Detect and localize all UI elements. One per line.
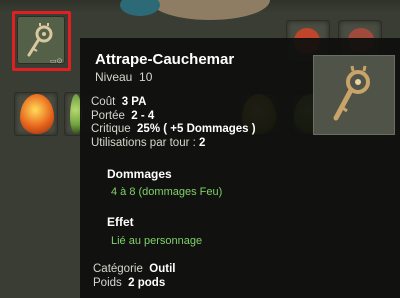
range-row: Portée 2 - 4: [91, 110, 256, 124]
critical-value: 25% ( +5 Dommages ): [137, 123, 256, 135]
background-creature-shape: [150, 0, 270, 20]
weight-label: Poids: [93, 277, 122, 289]
range-label: Portée: [91, 109, 125, 122]
item-name: Attrape-Cauchemar: [95, 51, 235, 68]
egg-icon: [20, 94, 54, 134]
critical-row: Critique 25% ( +5 Dommages ): [91, 123, 256, 137]
uses-value: 2: [199, 136, 206, 149]
uses-label: Utilisations par tour :: [91, 136, 196, 149]
weight-row: Poids 2 pods: [93, 277, 165, 289]
key-staff-icon: [333, 65, 370, 121]
category-row: Catégorie Outil: [93, 263, 175, 275]
uses-row: Utilisations par tour : 2: [91, 137, 256, 151]
damage-value: 4 à 8 (dommages Feu): [111, 186, 223, 198]
category-label: Catégorie: [93, 263, 143, 275]
effect-value: Lié au personnage: [111, 235, 203, 247]
item-tooltip: Attrape-Cauchemar Niveau 10 Coût 3 PA Po…: [80, 38, 400, 298]
level-label: Niveau: [95, 70, 133, 84]
effect-heading: Effet: [107, 215, 134, 229]
selection-highlight: [12, 11, 71, 71]
critical-label: Critique: [91, 123, 131, 135]
category-value: Outil: [149, 263, 176, 275]
range-value: 2 - 4: [131, 109, 155, 122]
weight-value: 2 pods: [128, 277, 166, 289]
item-preview: [313, 55, 395, 135]
cost-value: 3 PA: [121, 96, 147, 108]
cost-label: Coût: [91, 96, 116, 108]
damage-heading: Dommages: [107, 167, 172, 181]
cost-row: Coût 3 PA: [91, 96, 256, 110]
level-value: 10: [139, 70, 153, 84]
item-stats: Coût 3 PA Portée 2 - 4 Critique 25% ( +5…: [91, 96, 256, 150]
item-level: Niveau 10: [95, 70, 152, 84]
